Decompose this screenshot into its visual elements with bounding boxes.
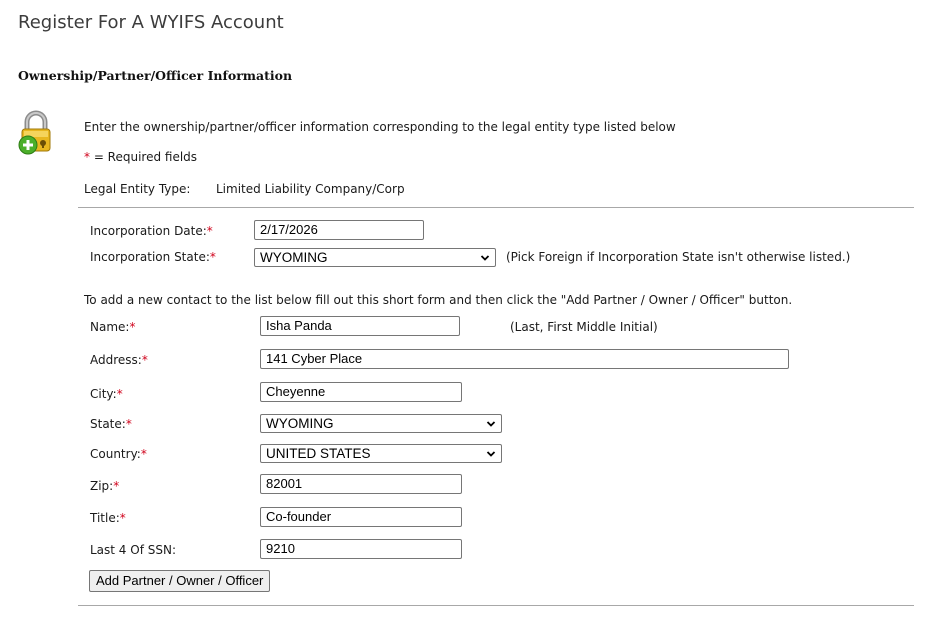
required-note: * = Required fields	[84, 150, 197, 164]
chevron-down-icon	[486, 421, 496, 427]
city-label: City:*	[90, 387, 123, 401]
zip-input[interactable]: 82001	[260, 474, 462, 494]
chevron-down-icon	[486, 451, 496, 457]
state-label: State:*	[90, 417, 132, 431]
state-value: WYOMING	[266, 416, 334, 431]
city-input[interactable]: Cheyenne	[260, 382, 462, 402]
incorporation-state-hint: (Pick Foreign if Incorporation State isn…	[506, 250, 851, 264]
intro-text: Enter the ownership/partner/officer info…	[84, 120, 676, 134]
address-label: Address:*	[90, 353, 148, 367]
contact-form-instructions: To add a new contact to the list below f…	[84, 293, 793, 307]
legal-entity-label: Legal Entity Type:	[84, 182, 191, 196]
lock-add-icon	[16, 110, 56, 156]
zip-label: Zip:*	[90, 479, 120, 493]
country-label: Country:*	[90, 447, 147, 461]
divider-bottom	[78, 605, 914, 606]
incorporation-state-value: WYOMING	[260, 250, 328, 265]
name-hint: (Last, First Middle Initial)	[510, 320, 658, 334]
incorporation-date-label: Incorporation Date:*	[90, 224, 213, 238]
incorporation-date-input[interactable]: 2/17/2026	[254, 220, 424, 240]
address-input[interactable]: 141 Cyber Place	[260, 349, 789, 369]
country-select[interactable]: UNITED STATES	[260, 444, 502, 463]
page-title: Register For A WYIFS Account	[18, 12, 284, 33]
name-label: Name:*	[90, 320, 136, 334]
add-partner-button[interactable]: Add Partner / Owner / Officer	[89, 570, 271, 592]
divider-top	[78, 207, 914, 208]
required-note-text: = Required fields	[90, 150, 198, 164]
chevron-down-icon	[480, 255, 490, 261]
section-title: Ownership/Partner/Officer Information	[18, 68, 293, 83]
name-input[interactable]: Isha Panda	[260, 316, 460, 336]
title-label: Title:*	[90, 511, 126, 525]
ssn-label: Last 4 Of SSN:	[90, 543, 176, 557]
incorporation-state-select[interactable]: WYOMING	[254, 248, 496, 267]
incorporation-state-label: Incorporation State:*	[90, 250, 216, 264]
title-input[interactable]: Co-founder	[260, 507, 462, 527]
ssn-input[interactable]: 9210	[260, 539, 462, 559]
country-value: UNITED STATES	[266, 446, 371, 461]
legal-entity-value: Limited Liability Company/Corp	[216, 182, 405, 196]
state-select[interactable]: WYOMING	[260, 414, 502, 433]
